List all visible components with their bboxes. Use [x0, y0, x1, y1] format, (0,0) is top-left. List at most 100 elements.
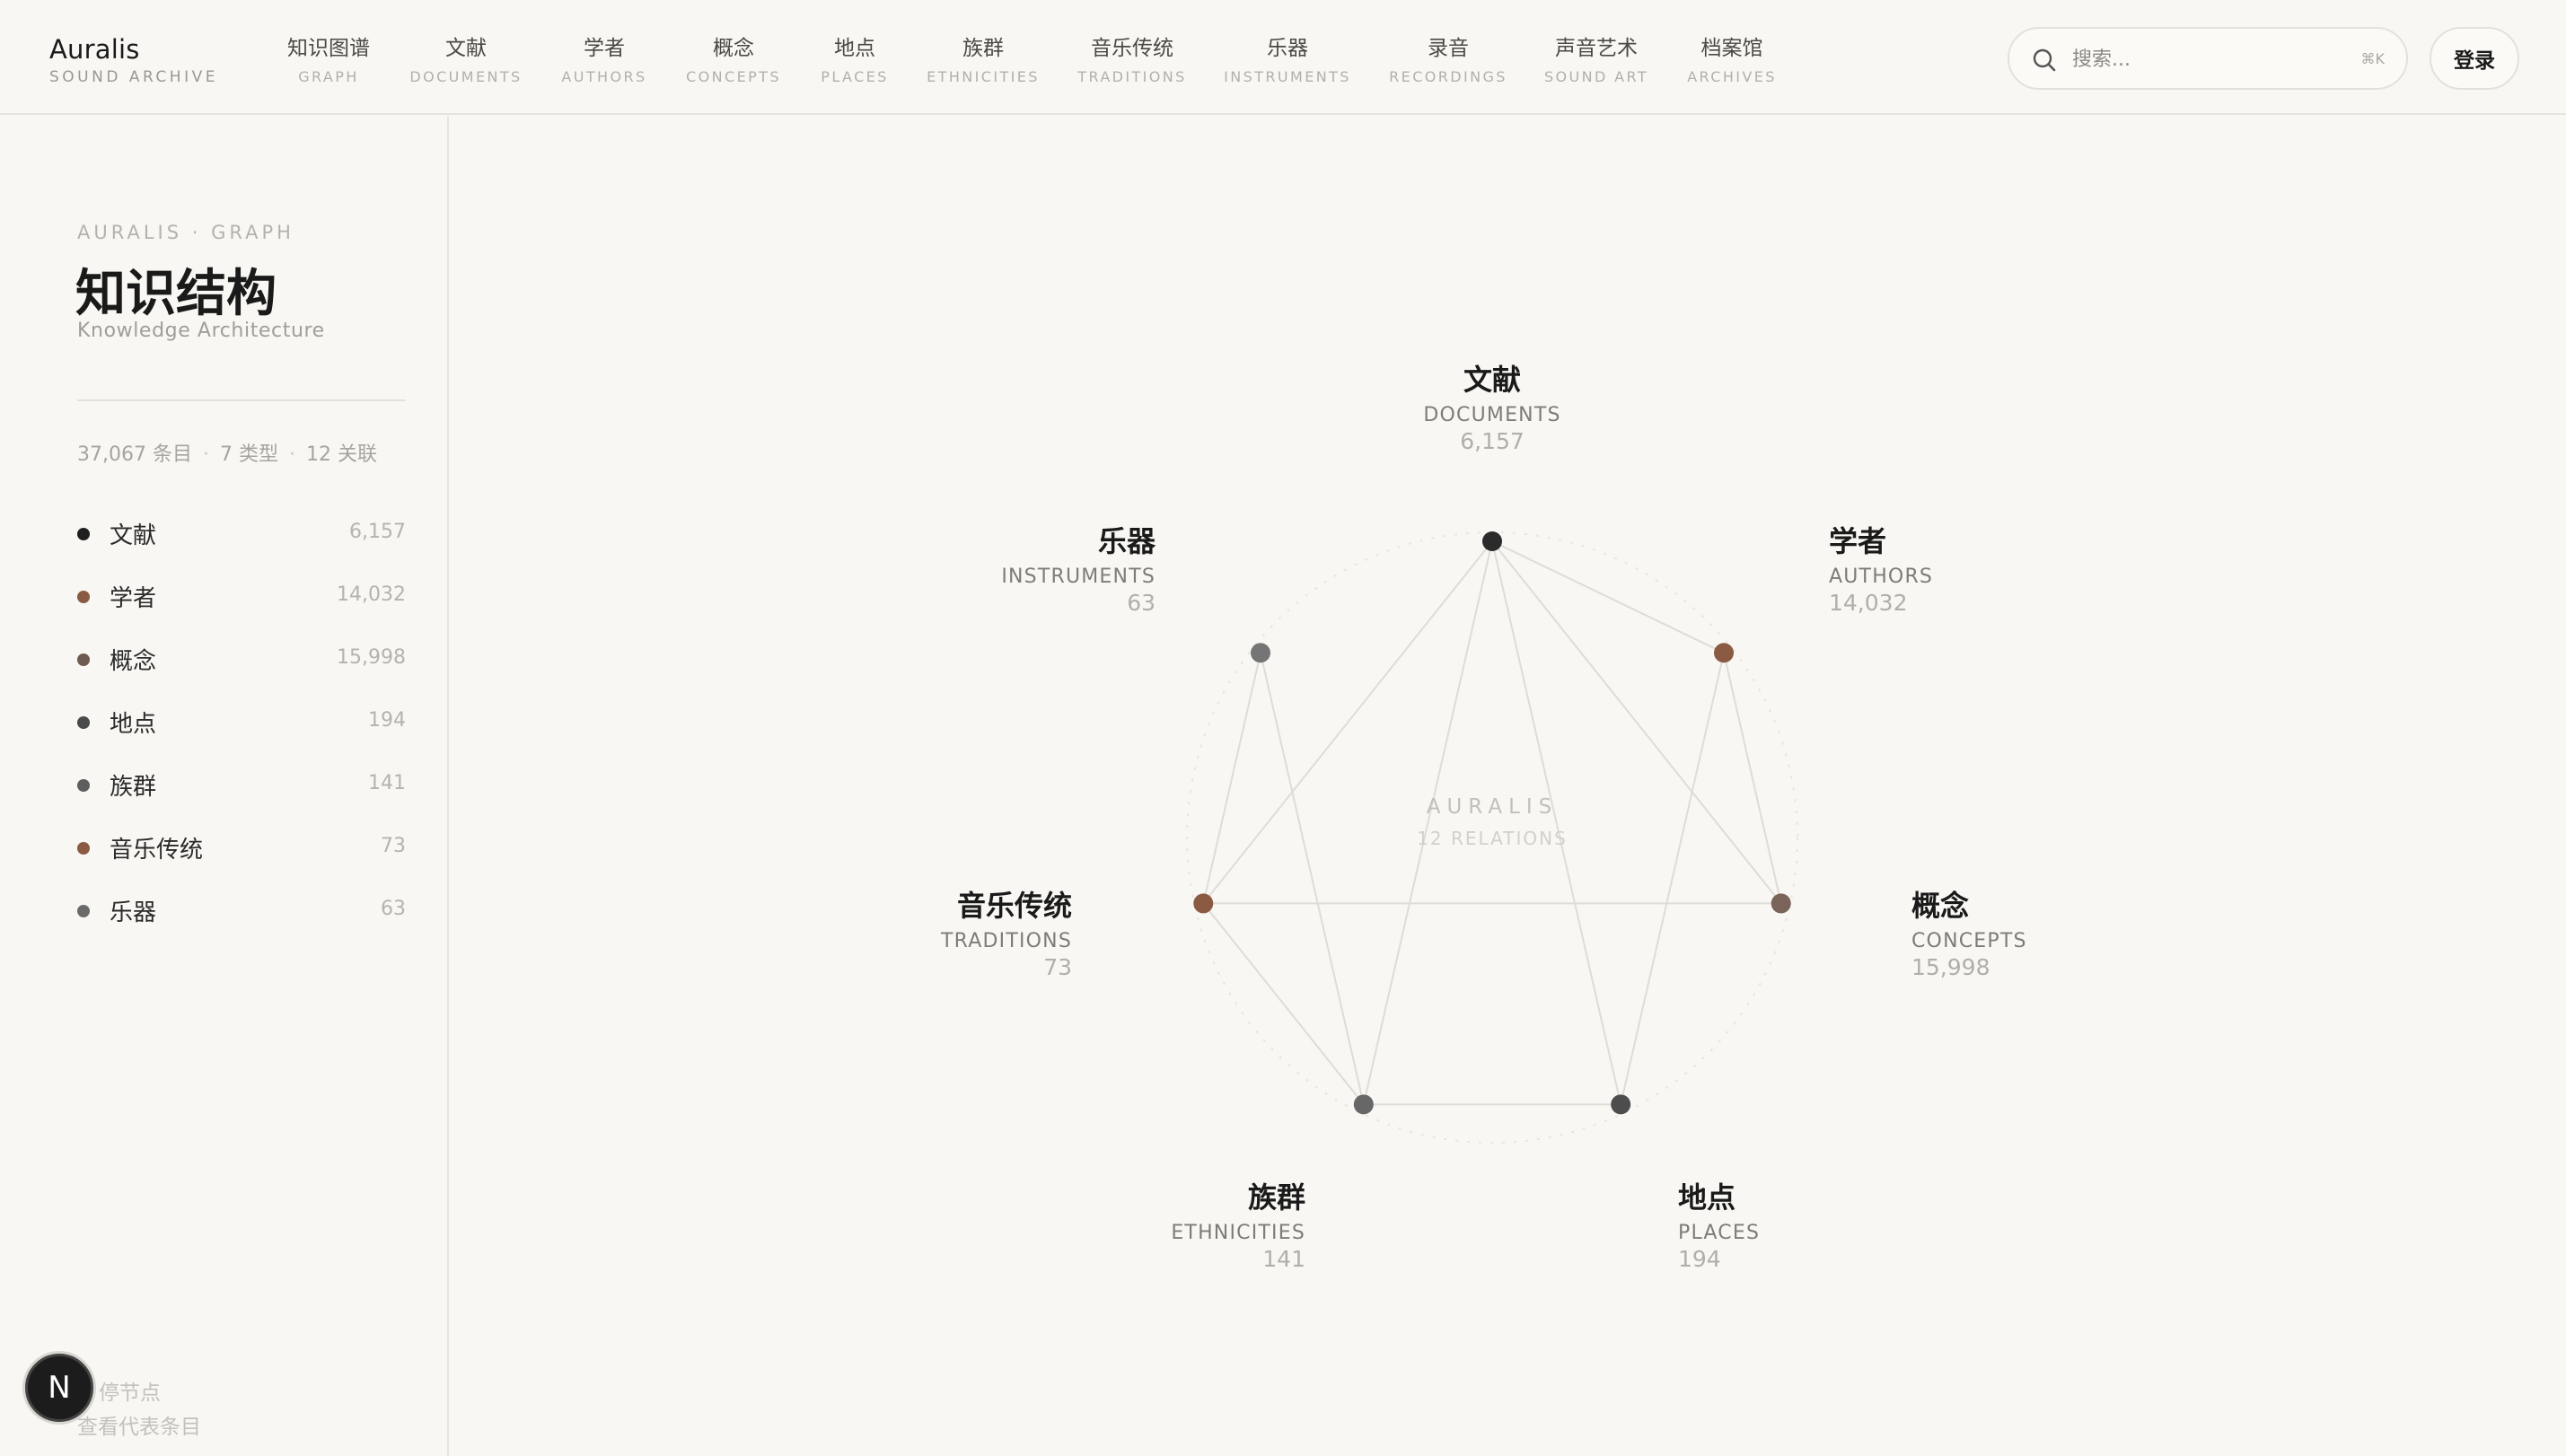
search-box[interactable]: ⌘K: [2008, 27, 2408, 90]
node-type: PLACES: [1678, 1222, 1761, 1244]
node-count: 14,032: [1829, 590, 1908, 616]
nav-sublabel: CONCEPTS: [686, 68, 781, 85]
nav-item-places[interactable]: 地点 PLACES: [821, 31, 888, 85]
graph-node-ethnicities[interactable]: [1353, 1094, 1374, 1115]
nav-sublabel: AUTHORS: [561, 68, 647, 85]
category-item-ethnicities[interactable]: 族群 141: [77, 761, 406, 824]
graph-node-traditions[interactable]: [1193, 893, 1214, 914]
graph-edge-ethnicities-instruments: [1260, 653, 1365, 1105]
category-dot: [77, 528, 90, 540]
node-name: 乐器: [1097, 524, 1156, 558]
node-label-concepts[interactable]: 概念 CONCEPTS 15,998: [1911, 883, 2027, 980]
nav-label: 音乐传统: [1091, 37, 1173, 60]
nav-label: 地点: [834, 37, 875, 60]
user-avatar[interactable]: N: [25, 1354, 93, 1422]
graph-center-mark: AURALIS 12 RELATIONS: [1417, 795, 1568, 849]
node-name: 概念: [1911, 889, 1970, 923]
category-label: 音乐传统: [110, 837, 204, 864]
category-count: 15,998: [337, 646, 406, 669]
graph-node-places[interactable]: [1611, 1094, 1631, 1115]
node-label-ethnicities[interactable]: 族群 ETHNICITIES 141: [1171, 1175, 1305, 1272]
brand-subtitle: SOUND ARCHIVE: [49, 68, 218, 86]
graph-node-documents[interactable]: [1482, 531, 1502, 551]
graph-node-concepts[interactable]: [1771, 893, 1791, 914]
node-name: 族群: [1247, 1180, 1305, 1215]
nav-label: 乐器: [1266, 37, 1308, 60]
graph-center-title: AURALIS: [1426, 795, 1559, 819]
nav-item-traditions[interactable]: 音乐传统 TRADITIONS: [1077, 31, 1186, 85]
node-count: 63: [1127, 590, 1156, 616]
separator-dot: ·: [202, 443, 209, 466]
category-dot: [77, 591, 90, 603]
nav-item-ethnicities[interactable]: 族群 ETHNICITIES: [927, 31, 1040, 85]
category-item-documents[interactable]: 文献 6,157: [77, 510, 406, 573]
nav-item-archives[interactable]: 档案馆 ARCHIVES: [1687, 31, 1777, 85]
nav-item-authors[interactable]: 学者 AUTHORS: [561, 31, 646, 85]
nav-sublabel: INSTRUMENTS: [1224, 68, 1351, 85]
graph-node-instruments[interactable]: [1250, 643, 1270, 663]
hint-line: 停节点: [99, 1381, 161, 1405]
nav-label: 知识图谱: [287, 37, 370, 60]
hover-hint: 停节点 查看代表条目: [77, 1376, 201, 1444]
nav-item-sound-art[interactable]: 声音艺术 SOUND ART: [1544, 31, 1648, 85]
nav-sublabel: TRADITIONS: [1077, 68, 1187, 85]
stat-relations: 12 关联: [305, 443, 377, 466]
nav-label: 录音: [1427, 37, 1469, 60]
node-name: 音乐传统: [956, 889, 1072, 923]
nav-item-concepts[interactable]: 概念 CONCEPTS: [686, 31, 781, 85]
category-count: 73: [381, 835, 406, 857]
graph-edge-authors-concepts: [1723, 653, 1782, 904]
category-dot: [77, 905, 90, 917]
top-navigation-bar: Auralis SOUND ARCHIVE 知识图谱 GRAPH 文献 DOCU…: [0, 0, 2566, 115]
nav-item-documents[interactable]: 文献 DOCUMENTS: [409, 31, 522, 85]
node-label-instruments[interactable]: 乐器 INSTRUMENTS 63: [1001, 519, 1156, 616]
nav-sublabel: ARCHIVES: [1687, 68, 1777, 85]
category-count: 14,032: [337, 583, 406, 606]
nav-item-instruments[interactable]: 乐器 INSTRUMENTS: [1224, 31, 1351, 85]
nav-item-graph[interactable]: 知识图谱 GRAPH: [287, 31, 370, 85]
category-item-authors[interactable]: 学者 14,032: [77, 573, 406, 636]
nav-label: 学者: [583, 37, 625, 60]
hint-line: 查看代表条目: [77, 1416, 201, 1439]
category-count: 194: [368, 709, 406, 732]
category-dot: [77, 716, 90, 729]
nav-sublabel: RECORDINGS: [1389, 68, 1507, 85]
sidebar: AURALIS · GRAPH 知识结构 Knowledge Architect…: [0, 117, 449, 1456]
category-item-traditions[interactable]: 音乐传统 73: [77, 824, 406, 887]
node-count: 141: [1262, 1246, 1305, 1272]
category-count: 6,157: [349, 521, 406, 543]
page-subtitle: Knowledge Architecture: [77, 320, 325, 342]
node-type: DOCUMENTS: [1423, 404, 1561, 426]
login-button[interactable]: 登录: [2430, 27, 2519, 90]
node-label-authors[interactable]: 学者 AUTHORS 14,032: [1829, 519, 1933, 616]
stat-entries: 37,067 条目: [77, 443, 192, 466]
separator-dot: ·: [288, 443, 295, 466]
category-dot: [77, 779, 90, 792]
brand-logo[interactable]: Auralis SOUND ARCHIVE: [49, 34, 218, 86]
node-type: INSTRUMENTS: [1001, 566, 1156, 588]
category-label: 学者: [110, 585, 157, 612]
node-name: 学者: [1829, 524, 1887, 558]
nav-item-recordings[interactable]: 录音 RECORDINGS: [1389, 31, 1507, 85]
nav-label: 声音艺术: [1554, 37, 1638, 60]
node-label-places[interactable]: 地点 PLACES 194: [1678, 1175, 1760, 1272]
category-label: 族群: [110, 774, 157, 801]
category-dot: [77, 653, 90, 666]
nav-sublabel: DOCUMENTS: [409, 68, 523, 85]
category-item-places[interactable]: 地点 194: [77, 698, 406, 761]
graph-center-subtitle: 12 RELATIONS: [1417, 828, 1568, 849]
nav-sublabel: PLACES: [821, 68, 889, 85]
node-label-documents[interactable]: 文献 DOCUMENTS 6,157: [1423, 357, 1560, 454]
search-input[interactable]: [2072, 41, 2342, 77]
category-item-concepts[interactable]: 概念 15,998: [77, 636, 406, 698]
nav-sublabel: GRAPH: [298, 68, 359, 85]
graph-node-authors[interactable]: [1714, 643, 1735, 663]
node-count: 6,157: [1460, 428, 1525, 454]
node-name: 文献: [1463, 363, 1522, 397]
category-item-instruments[interactable]: 乐器 63: [77, 887, 406, 950]
node-type: TRADITIONS: [941, 930, 1072, 952]
node-count: 15,998: [1911, 954, 1990, 980]
node-type: ETHNICITIES: [1171, 1222, 1305, 1244]
node-label-traditions[interactable]: 音乐传统 TRADITIONS 73: [941, 883, 1072, 980]
nav-label: 族群: [962, 37, 1004, 60]
